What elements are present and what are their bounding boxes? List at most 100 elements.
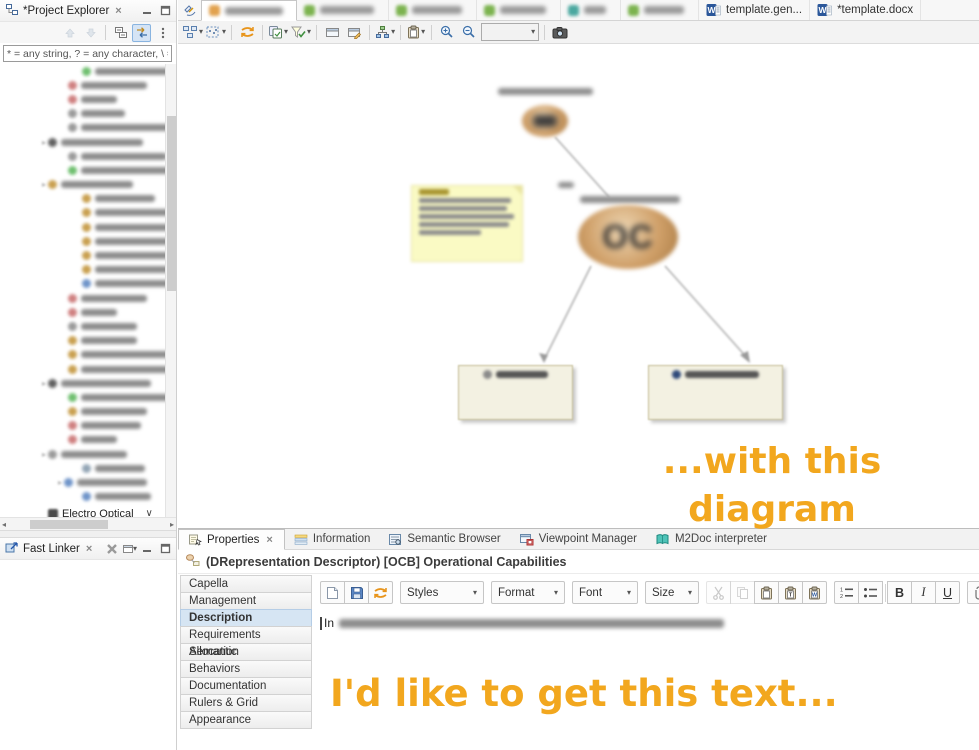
editor-tab-blurred[interactable]: [389, 0, 477, 20]
format-dropdown[interactable]: Format▾: [491, 581, 565, 604]
refresh-icon[interactable]: [368, 581, 393, 604]
tree-item[interactable]: [0, 405, 176, 419]
bold-button[interactable]: B: [887, 581, 912, 604]
new-window-icon[interactable]: ▾: [122, 542, 137, 556]
view-stack-icon[interactable]: [178, 0, 201, 20]
tree-filter-input[interactable]: [3, 45, 172, 62]
section-semantic[interactable]: Semantic: [180, 643, 312, 661]
link-with-editor-icon[interactable]: [132, 24, 151, 42]
paste-icon[interactable]: [754, 581, 779, 604]
zoom-out-icon[interactable]: [459, 22, 479, 42]
editor-tab-blurred[interactable]: [297, 0, 389, 20]
tree-item[interactable]: [0, 78, 176, 92]
sticky-note[interactable]: [411, 185, 523, 262]
editor-tab--template-docx[interactable]: W*template.docx: [810, 0, 921, 20]
tree-item[interactable]: [0, 277, 176, 291]
styles-dropdown[interactable]: Styles▾: [400, 581, 484, 604]
expand-arrow-icon[interactable]: ▸: [42, 450, 46, 459]
section-documentation[interactable]: Documentation: [180, 677, 312, 695]
zoom-level-combo[interactable]: ▾: [481, 23, 539, 41]
hierarchy-icon[interactable]: ▾: [375, 22, 395, 42]
underline-button[interactable]: U: [935, 581, 960, 604]
tree-item-electro-optical[interactable]: Electro Optical ∨: [0, 506, 176, 517]
minimize-icon[interactable]: [140, 542, 155, 556]
operational-capability-node[interactable]: OC: [578, 205, 678, 269]
bullet-list-icon[interactable]: [858, 581, 883, 604]
clear-icon[interactable]: [104, 542, 119, 556]
expand-arrow-icon[interactable]: ▸: [42, 379, 46, 388]
snapshot-icon[interactable]: [550, 22, 570, 42]
font-dropdown[interactable]: Font▾: [572, 581, 638, 604]
close-icon[interactable]: ×: [113, 5, 123, 17]
scroll-right-arrow-icon[interactable]: ▸: [170, 520, 174, 529]
tab-viewpoint-manager[interactable]: Viewpoint Manager: [510, 529, 646, 549]
tree-item[interactable]: [0, 64, 176, 78]
tree-item[interactable]: ▸: [0, 178, 176, 192]
paste-word-icon[interactable]: W: [802, 581, 827, 604]
tree-item[interactable]: [0, 234, 176, 248]
section-capella[interactable]: Capella: [180, 575, 312, 593]
vertical-scrollbar[interactable]: [165, 64, 176, 517]
tree-item[interactable]: [0, 263, 176, 277]
tree-item[interactable]: ▸: [0, 475, 176, 489]
scrollbar-thumb[interactable]: [30, 520, 108, 529]
show-hide-icon[interactable]: [322, 22, 342, 42]
tree-item[interactable]: [0, 433, 176, 447]
section-description[interactable]: Description: [180, 609, 312, 627]
zoom-in-icon[interactable]: [437, 22, 457, 42]
tree-item[interactable]: [0, 149, 176, 163]
scrollbar-thumb[interactable]: [167, 116, 176, 291]
tree-item[interactable]: ▸: [0, 447, 176, 461]
tree-item[interactable]: [0, 291, 176, 305]
collapse-all-icon[interactable]: [111, 24, 130, 42]
scroll-left-arrow-icon[interactable]: ◂: [2, 520, 6, 529]
editor-tab-blurred[interactable]: [477, 0, 561, 20]
copy-appearance-icon[interactable]: ▾: [268, 22, 288, 42]
minimize-icon[interactable]: [140, 4, 155, 18]
capability-node-small[interactable]: [522, 105, 568, 137]
maximize-icon[interactable]: [158, 542, 173, 556]
section-management[interactable]: Management: [180, 592, 312, 610]
maximize-icon[interactable]: [158, 4, 173, 18]
editor-tab-blurred[interactable]: [621, 0, 699, 20]
tab-properties[interactable]: Properties×: [178, 529, 285, 550]
tree-item[interactable]: [0, 319, 176, 333]
section-behaviors[interactable]: Behaviors: [180, 660, 312, 678]
new-doc-icon[interactable]: [320, 581, 345, 604]
tree-item[interactable]: [0, 121, 176, 135]
tree-item[interactable]: [0, 248, 176, 262]
tree-item[interactable]: [0, 362, 176, 376]
expand-arrow-icon[interactable]: ▸: [42, 180, 46, 189]
tree-item[interactable]: [0, 92, 176, 106]
tree-item[interactable]: [0, 490, 176, 504]
up-arrow-icon[interactable]: [60, 24, 79, 42]
refresh-icon[interactable]: [237, 22, 257, 42]
tree-item[interactable]: [0, 305, 176, 319]
section-rulers-grid[interactable]: Rulers & Grid: [180, 694, 312, 712]
editor-tab-blurred[interactable]: [561, 0, 621, 20]
tab-information[interactable]: Information: [285, 529, 380, 549]
tab-semantic-browser[interactable]: Semantic Browser: [379, 529, 509, 549]
select-mode-icon[interactable]: ▾: [205, 22, 226, 42]
project-explorer-tree[interactable]: ▸ ▸ ▸ ▸ ▸ Electro Optical ∨: [0, 64, 176, 517]
save-icon[interactable]: [344, 581, 369, 604]
size-dropdown[interactable]: Size▾: [645, 581, 699, 604]
tree-item[interactable]: [0, 192, 176, 206]
edit-mode-icon[interactable]: [344, 22, 364, 42]
expand-arrow-icon[interactable]: ▸: [42, 138, 46, 147]
view-menu-icon[interactable]: [153, 24, 172, 42]
link-icon[interactable]: [967, 581, 979, 604]
tree-item[interactable]: [0, 220, 176, 234]
close-icon[interactable]: ×: [264, 534, 274, 546]
tree-item[interactable]: ▸: [0, 135, 176, 149]
filters-icon[interactable]: ▾: [290, 22, 311, 42]
actor-box[interactable]: [648, 365, 783, 420]
tree-item[interactable]: [0, 461, 176, 475]
expand-arrow-icon[interactable]: ▸: [58, 478, 62, 487]
down-arrow-icon[interactable]: [81, 24, 100, 42]
section-requirements-allocation[interactable]: Requirements Allocation: [180, 626, 312, 644]
tab-m2doc-interpreter[interactable]: M2Doc interpreter: [646, 529, 776, 549]
tree-item[interactable]: [0, 334, 176, 348]
tree-item[interactable]: [0, 107, 176, 121]
paste-layout-icon[interactable]: ▾: [406, 22, 426, 42]
